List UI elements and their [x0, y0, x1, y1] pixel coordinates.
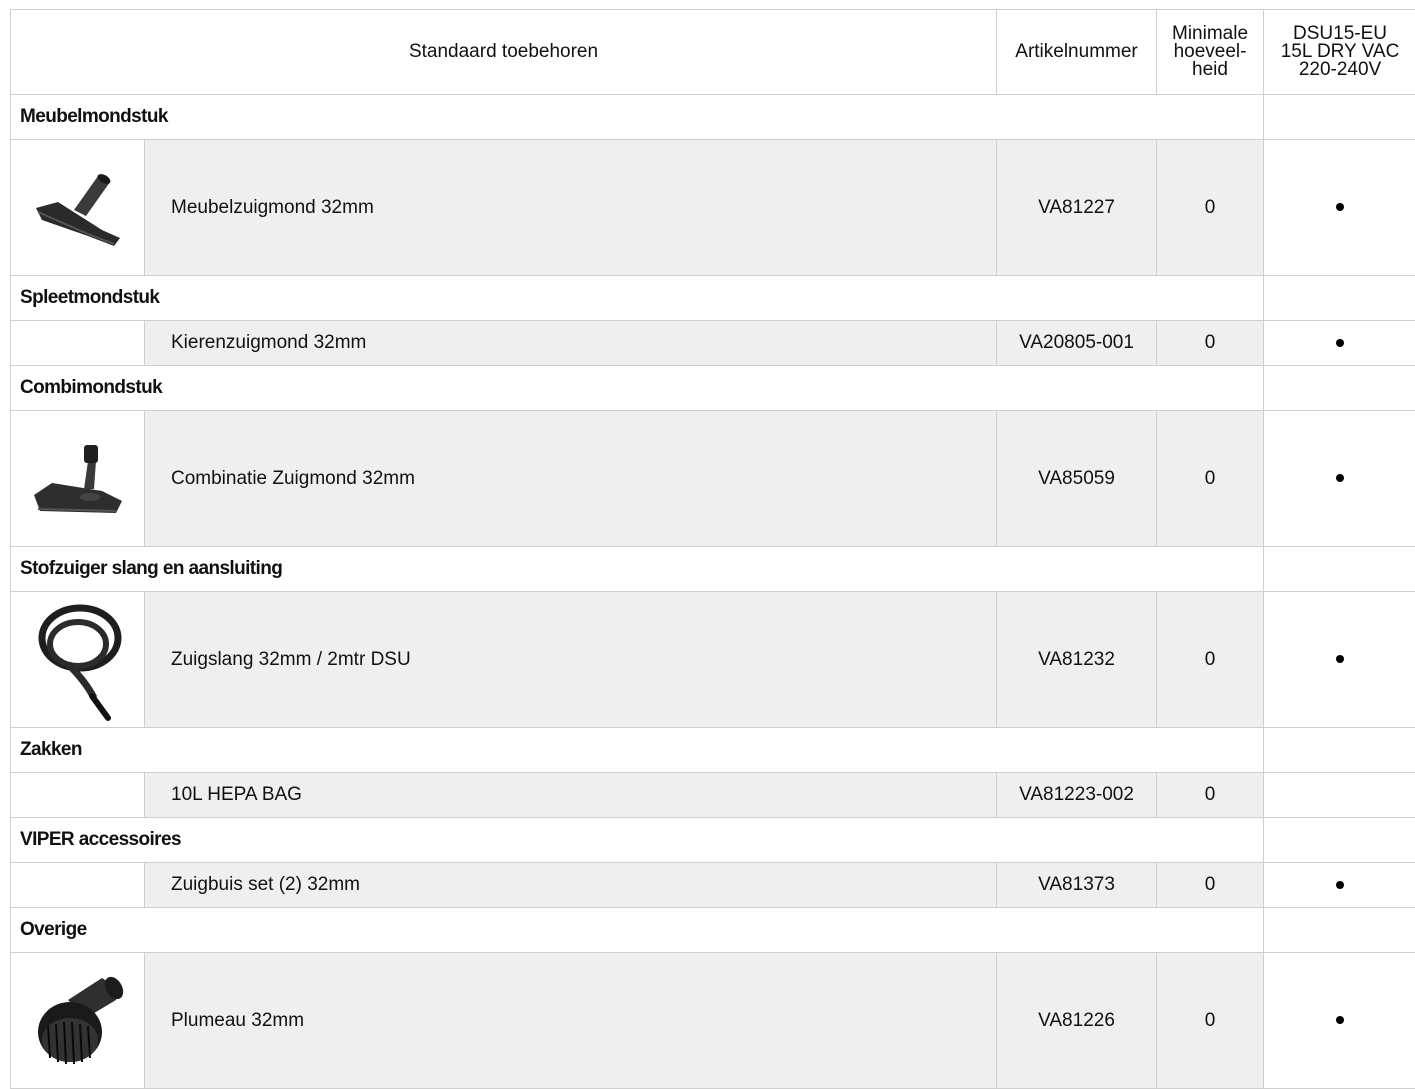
- included-marker: [1264, 140, 1415, 276]
- category-model-cell: [1264, 818, 1415, 863]
- article-number: VA20805-001: [997, 321, 1157, 366]
- table-row: Zuigslang 32mm / 2mtr DSU VA81232 0: [11, 592, 1415, 728]
- included-marker: [1264, 321, 1415, 366]
- furniture-nozzle-icon: [28, 168, 128, 248]
- category-row: Spleetmondstuk: [11, 276, 1415, 321]
- category-row: Meubelmondstuk: [11, 95, 1415, 140]
- product-image-cell: [11, 953, 145, 1089]
- category-label: Combimondstuk: [11, 366, 1264, 411]
- minimum-quantity: 0: [1157, 592, 1264, 728]
- article-number: VA81226: [997, 953, 1157, 1089]
- category-label: Stofzuiger slang en aansluiting: [11, 547, 1264, 592]
- bullet-dot-icon: [1336, 1016, 1344, 1024]
- product-image-cell: [11, 140, 145, 276]
- bullet-dot-icon: [1336, 339, 1344, 347]
- header-model-line-3: 220-240V: [1264, 61, 1415, 79]
- category-label: Meubelmondstuk: [11, 95, 1264, 140]
- minimum-quantity: 0: [1157, 140, 1264, 276]
- included-marker: [1264, 592, 1415, 728]
- combination-nozzle-icon: [28, 439, 128, 519]
- table-row: Combinatie Zuigmond 32mm VA85059 0: [11, 411, 1415, 547]
- article-number: VA81227: [997, 140, 1157, 276]
- product-image-cell: [11, 592, 145, 728]
- header-row: Standaard toebehoren Artikelnummer Minim…: [11, 10, 1415, 95]
- category-model-cell: [1264, 276, 1415, 321]
- category-label: Spleetmondstuk: [11, 276, 1264, 321]
- product-name: Meubelzuigmond 32mm: [145, 140, 997, 276]
- category-model-cell: [1264, 95, 1415, 140]
- included-marker: [1264, 863, 1415, 908]
- dusting-brush-icon: [28, 966, 128, 1076]
- header-article-number: Artikelnummer: [997, 10, 1157, 95]
- header-min-line-3: heid: [1157, 61, 1263, 79]
- minimum-quantity: 0: [1157, 863, 1264, 908]
- product-name: 10L HEPA BAG: [145, 773, 997, 818]
- product-name: Kierenzuigmond 32mm: [145, 321, 997, 366]
- bullet-dot-icon: [1336, 655, 1344, 663]
- included-marker: [1264, 411, 1415, 547]
- accessories-table: Standaard toebehoren Artikelnummer Minim…: [10, 9, 1415, 1089]
- product-image-cell: [11, 321, 145, 366]
- category-model-cell: [1264, 366, 1415, 411]
- product-image-cell: [11, 863, 145, 908]
- category-model-cell: [1264, 547, 1415, 592]
- bullet-dot-icon: [1336, 881, 1344, 889]
- bullet-dot-icon: [1336, 203, 1344, 211]
- minimum-quantity: 0: [1157, 321, 1264, 366]
- header-minimum-quantity: Minimale hoeveel- heid: [1157, 10, 1264, 95]
- product-name: Zuigbuis set (2) 32mm: [145, 863, 997, 908]
- included-marker: [1264, 773, 1415, 818]
- minimum-quantity: 0: [1157, 411, 1264, 547]
- article-number: VA81232: [997, 592, 1157, 728]
- product-name: Zuigslang 32mm / 2mtr DSU: [145, 592, 997, 728]
- table-row: Kierenzuigmond 32mm VA20805-001 0: [11, 321, 1415, 366]
- bullet-dot-icon: [1336, 474, 1344, 482]
- category-row: Overige: [11, 908, 1415, 953]
- header-model: DSU15-EU 15L DRY VAC 220-240V: [1264, 10, 1415, 95]
- header-standard-accessories: Standaard toebehoren: [11, 10, 997, 95]
- category-model-cell: [1264, 908, 1415, 953]
- minimum-quantity: 0: [1157, 953, 1264, 1089]
- suction-hose-icon: [28, 598, 128, 722]
- product-image-cell: [11, 773, 145, 818]
- minimum-quantity: 0: [1157, 773, 1264, 818]
- category-label: VIPER accessoires: [11, 818, 1264, 863]
- category-row: VIPER accessoires: [11, 818, 1415, 863]
- table-row: 10L HEPA BAG VA81223-002 0: [11, 773, 1415, 818]
- article-number: VA81223-002: [997, 773, 1157, 818]
- category-row: Combimondstuk: [11, 366, 1415, 411]
- product-name: Combinatie Zuigmond 32mm: [145, 411, 997, 547]
- category-label: Overige: [11, 908, 1264, 953]
- article-number: VA85059: [997, 411, 1157, 547]
- table-row: Meubelzuigmond 32mm VA81227 0: [11, 140, 1415, 276]
- category-model-cell: [1264, 728, 1415, 773]
- table-row: Zuigbuis set (2) 32mm VA81373 0: [11, 863, 1415, 908]
- article-number: VA81373: [997, 863, 1157, 908]
- category-label: Zakken: [11, 728, 1264, 773]
- included-marker: [1264, 953, 1415, 1089]
- table-row: Plumeau 32mm VA81226 0: [11, 953, 1415, 1089]
- category-row: Zakken: [11, 728, 1415, 773]
- product-name: Plumeau 32mm: [145, 953, 997, 1089]
- category-row: Stofzuiger slang en aansluiting: [11, 547, 1415, 592]
- product-image-cell: [11, 411, 145, 547]
